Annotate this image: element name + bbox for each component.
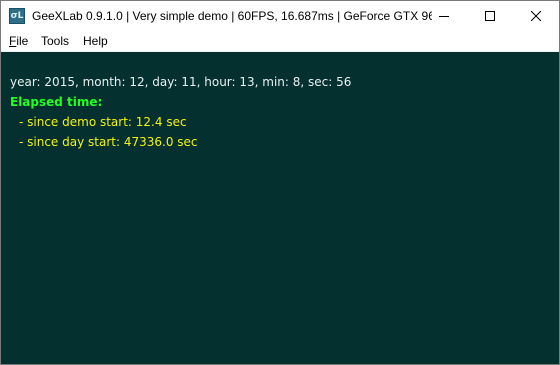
close-button[interactable] xyxy=(513,1,559,31)
menu-help[interactable]: Help xyxy=(83,32,108,50)
since-day-start-readout: - since day start: 47336.0 sec xyxy=(19,135,198,149)
since-demo-start-readout: - since demo start: 12.4 sec xyxy=(19,115,187,129)
geexlab-icon[interactable]: σL xyxy=(9,8,25,24)
menu-tools[interactable]: Tools xyxy=(41,32,69,50)
maximize-icon xyxy=(485,11,495,21)
menu-bar: File Tools Help xyxy=(1,31,559,52)
menu-file[interactable]: File xyxy=(9,32,28,50)
minimize-button[interactable] xyxy=(421,1,467,31)
minimize-icon xyxy=(439,16,449,17)
window-title: GeeXLab 0.9.1.0 | Very simple demo | 60F… xyxy=(32,9,432,23)
elapsed-time-heading: Elapsed time: xyxy=(10,95,103,109)
close-icon xyxy=(531,11,541,21)
title-bar[interactable]: σL GeeXLab 0.9.1.0 | Very simple demo | … xyxy=(1,1,559,31)
maximize-button[interactable] xyxy=(467,1,513,31)
render-canvas[interactable]: year: 2015, month: 12, day: 11, hour: 13… xyxy=(1,52,559,364)
date-time-readout: year: 2015, month: 12, day: 11, hour: 13… xyxy=(10,75,352,89)
menu-file-label: ile xyxy=(16,34,29,48)
app-icon-glyph: σL xyxy=(10,11,24,21)
app-window: σL GeeXLab 0.9.1.0 | Very simple demo | … xyxy=(0,0,560,365)
